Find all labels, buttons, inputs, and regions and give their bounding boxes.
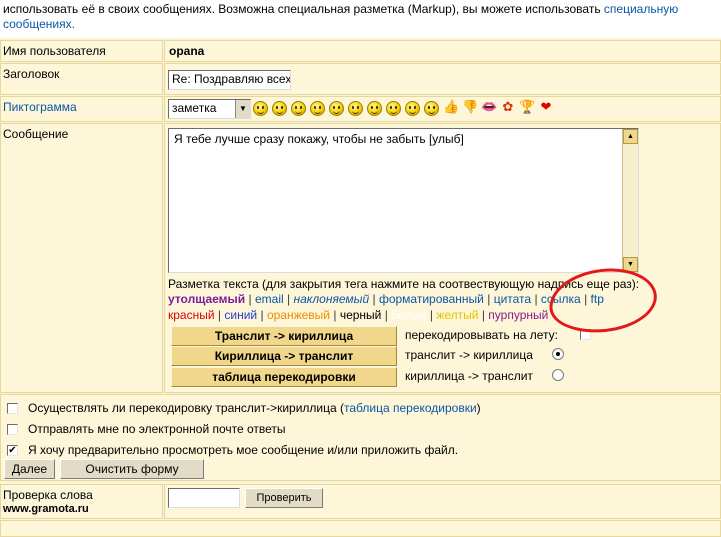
markup-formatted[interactable]: форматированный: [379, 292, 484, 306]
spell-input[interactable]: [168, 488, 240, 508]
color-purple[interactable]: пурпурный: [488, 308, 548, 322]
post-form: Имя пользователя opana Заголовок Re: Поз…: [0, 38, 721, 537]
translit-to-cyrillic-button[interactable]: Транслит -> кириллица: [171, 326, 397, 346]
color-yellow[interactable]: желтый: [436, 308, 478, 322]
icon-select[interactable]: заметка ▼: [168, 99, 251, 119]
thumbs-up-icon[interactable]: 👍: [443, 100, 459, 116]
icon-label-cell: Пиктограмма: [0, 96, 163, 122]
spell-label-cell: Проверка слова www.gramota.ru: [0, 484, 163, 519]
color-black[interactable]: черный: [340, 308, 382, 322]
opt-email-checkbox[interactable]: [7, 424, 18, 435]
color-red[interactable]: красный: [168, 308, 215, 322]
smiley-icon[interactable]: [310, 101, 325, 116]
chevron-down-icon[interactable]: ▼: [235, 100, 250, 118]
markup-help-link-cont[interactable]: сообщениях.: [3, 17, 75, 31]
spell-cell: Проверить: [164, 484, 721, 519]
color-white[interactable]: белый: [391, 308, 426, 322]
gramota-link[interactable]: www.gramota.ru: [3, 502, 160, 516]
scroll-down-icon[interactable]: ▼: [623, 257, 638, 272]
smiley-icon[interactable]: [291, 101, 306, 116]
on-the-fly-checkbox[interactable]: [580, 329, 591, 340]
message-textarea[interactable]: Я тебе лучше сразу покажу, чтобы не забы…: [168, 128, 639, 273]
markup-hint: Разметка текста (для закрытия тега нажми…: [168, 277, 640, 291]
translit-table-link[interactable]: таблица перекодировки: [344, 401, 477, 415]
scroll-up-icon[interactable]: ▲: [623, 129, 638, 144]
smiley-icon[interactable]: [348, 101, 363, 116]
smiley-icon[interactable]: [272, 101, 287, 116]
markup-quote[interactable]: цитата: [494, 292, 531, 306]
next-button[interactable]: Далее: [4, 459, 55, 479]
smiley-icon[interactable]: [329, 101, 344, 116]
spell-label: Проверка слова: [3, 488, 93, 502]
opt-email-label: Отправлять мне по электронной почте отве…: [28, 422, 286, 436]
icon-label[interactable]: Пиктограмма: [3, 100, 77, 114]
thumbs-down-icon[interactable]: 👎: [462, 100, 478, 116]
heart-icon[interactable]: ❤: [538, 100, 554, 116]
mode-translit-label: транслит -> кириллица: [405, 348, 533, 362]
cyrillic-to-translit-button[interactable]: Кириллица -> транслит: [171, 346, 397, 366]
title-input[interactable]: Re: Поздравляю всех: [168, 70, 291, 90]
on-the-fly-label: перекодировывать на лету:: [405, 328, 558, 342]
clear-form-button[interactable]: Очистить форму: [60, 459, 204, 479]
mode-cyrillic-radio[interactable]: [552, 369, 564, 381]
lips-icon[interactable]: 👄: [481, 100, 497, 116]
message-cell: Я тебе лучше сразу покажу, чтобы не забы…: [164, 123, 721, 393]
translit-table-button[interactable]: таблица перекодировки: [171, 367, 397, 387]
markup-link[interactable]: ссылка: [541, 292, 581, 306]
smiley-icon[interactable]: [405, 101, 420, 116]
check-word-button[interactable]: Проверить: [245, 488, 323, 508]
opt-preview-checkbox[interactable]: ✔: [7, 445, 18, 456]
mode-cyrillic-label: кириллица -> транслит: [405, 369, 533, 383]
opt-preview-label: Я хочу предварительно просмотреть мое со…: [28, 443, 459, 457]
smiley-icon[interactable]: [424, 101, 439, 116]
footer-strip: [0, 520, 721, 537]
opt-translit-checkbox[interactable]: [7, 403, 18, 414]
markup-toolbar-1: утолщаемый | email | наклоняемый | форма…: [168, 292, 604, 306]
markup-help-link[interactable]: специальную: [604, 2, 678, 16]
username-label: Имя пользователя: [0, 40, 163, 62]
title-label: Заголовок: [0, 63, 163, 95]
smiley-icon[interactable]: [253, 101, 268, 116]
markup-toolbar-2: красный | синий | оранжевый | черный | б…: [168, 308, 549, 322]
icon-cell: заметка ▼ 👍 👎 👄 ✿ 🏆 ❤: [164, 96, 721, 122]
markup-bold[interactable]: утолщаемый: [168, 292, 245, 306]
markup-italic[interactable]: наклоняемый: [293, 292, 369, 306]
color-blue[interactable]: синий: [224, 308, 257, 322]
markup-email[interactable]: email: [255, 292, 284, 306]
username-value: opana: [164, 40, 721, 62]
smiley-icon[interactable]: [386, 101, 401, 116]
mode-translit-radio[interactable]: [552, 348, 564, 360]
icon-picker: 👍 👎 👄 ✿ 🏆 ❤: [253, 100, 573, 117]
markup-ftp[interactable]: ftp: [591, 292, 604, 306]
intro-text: использовать её в своих сообщениях. Возм…: [3, 2, 679, 31]
title-cell: Re: Поздравляю всех: [164, 63, 721, 95]
message-label: Сообщение: [0, 123, 163, 393]
trophy-icon[interactable]: 🏆: [519, 100, 535, 116]
color-orange[interactable]: оранжевый: [267, 308, 330, 322]
message-scrollbar[interactable]: ▲ ▼: [622, 129, 638, 272]
flower-icon[interactable]: ✿: [500, 100, 516, 116]
smiley-icon[interactable]: [367, 101, 382, 116]
opt-translit-label: Осуществлять ли перекодировку транслит->…: [28, 401, 481, 415]
options-block: Осуществлять ли перекодировку транслит->…: [0, 394, 721, 481]
